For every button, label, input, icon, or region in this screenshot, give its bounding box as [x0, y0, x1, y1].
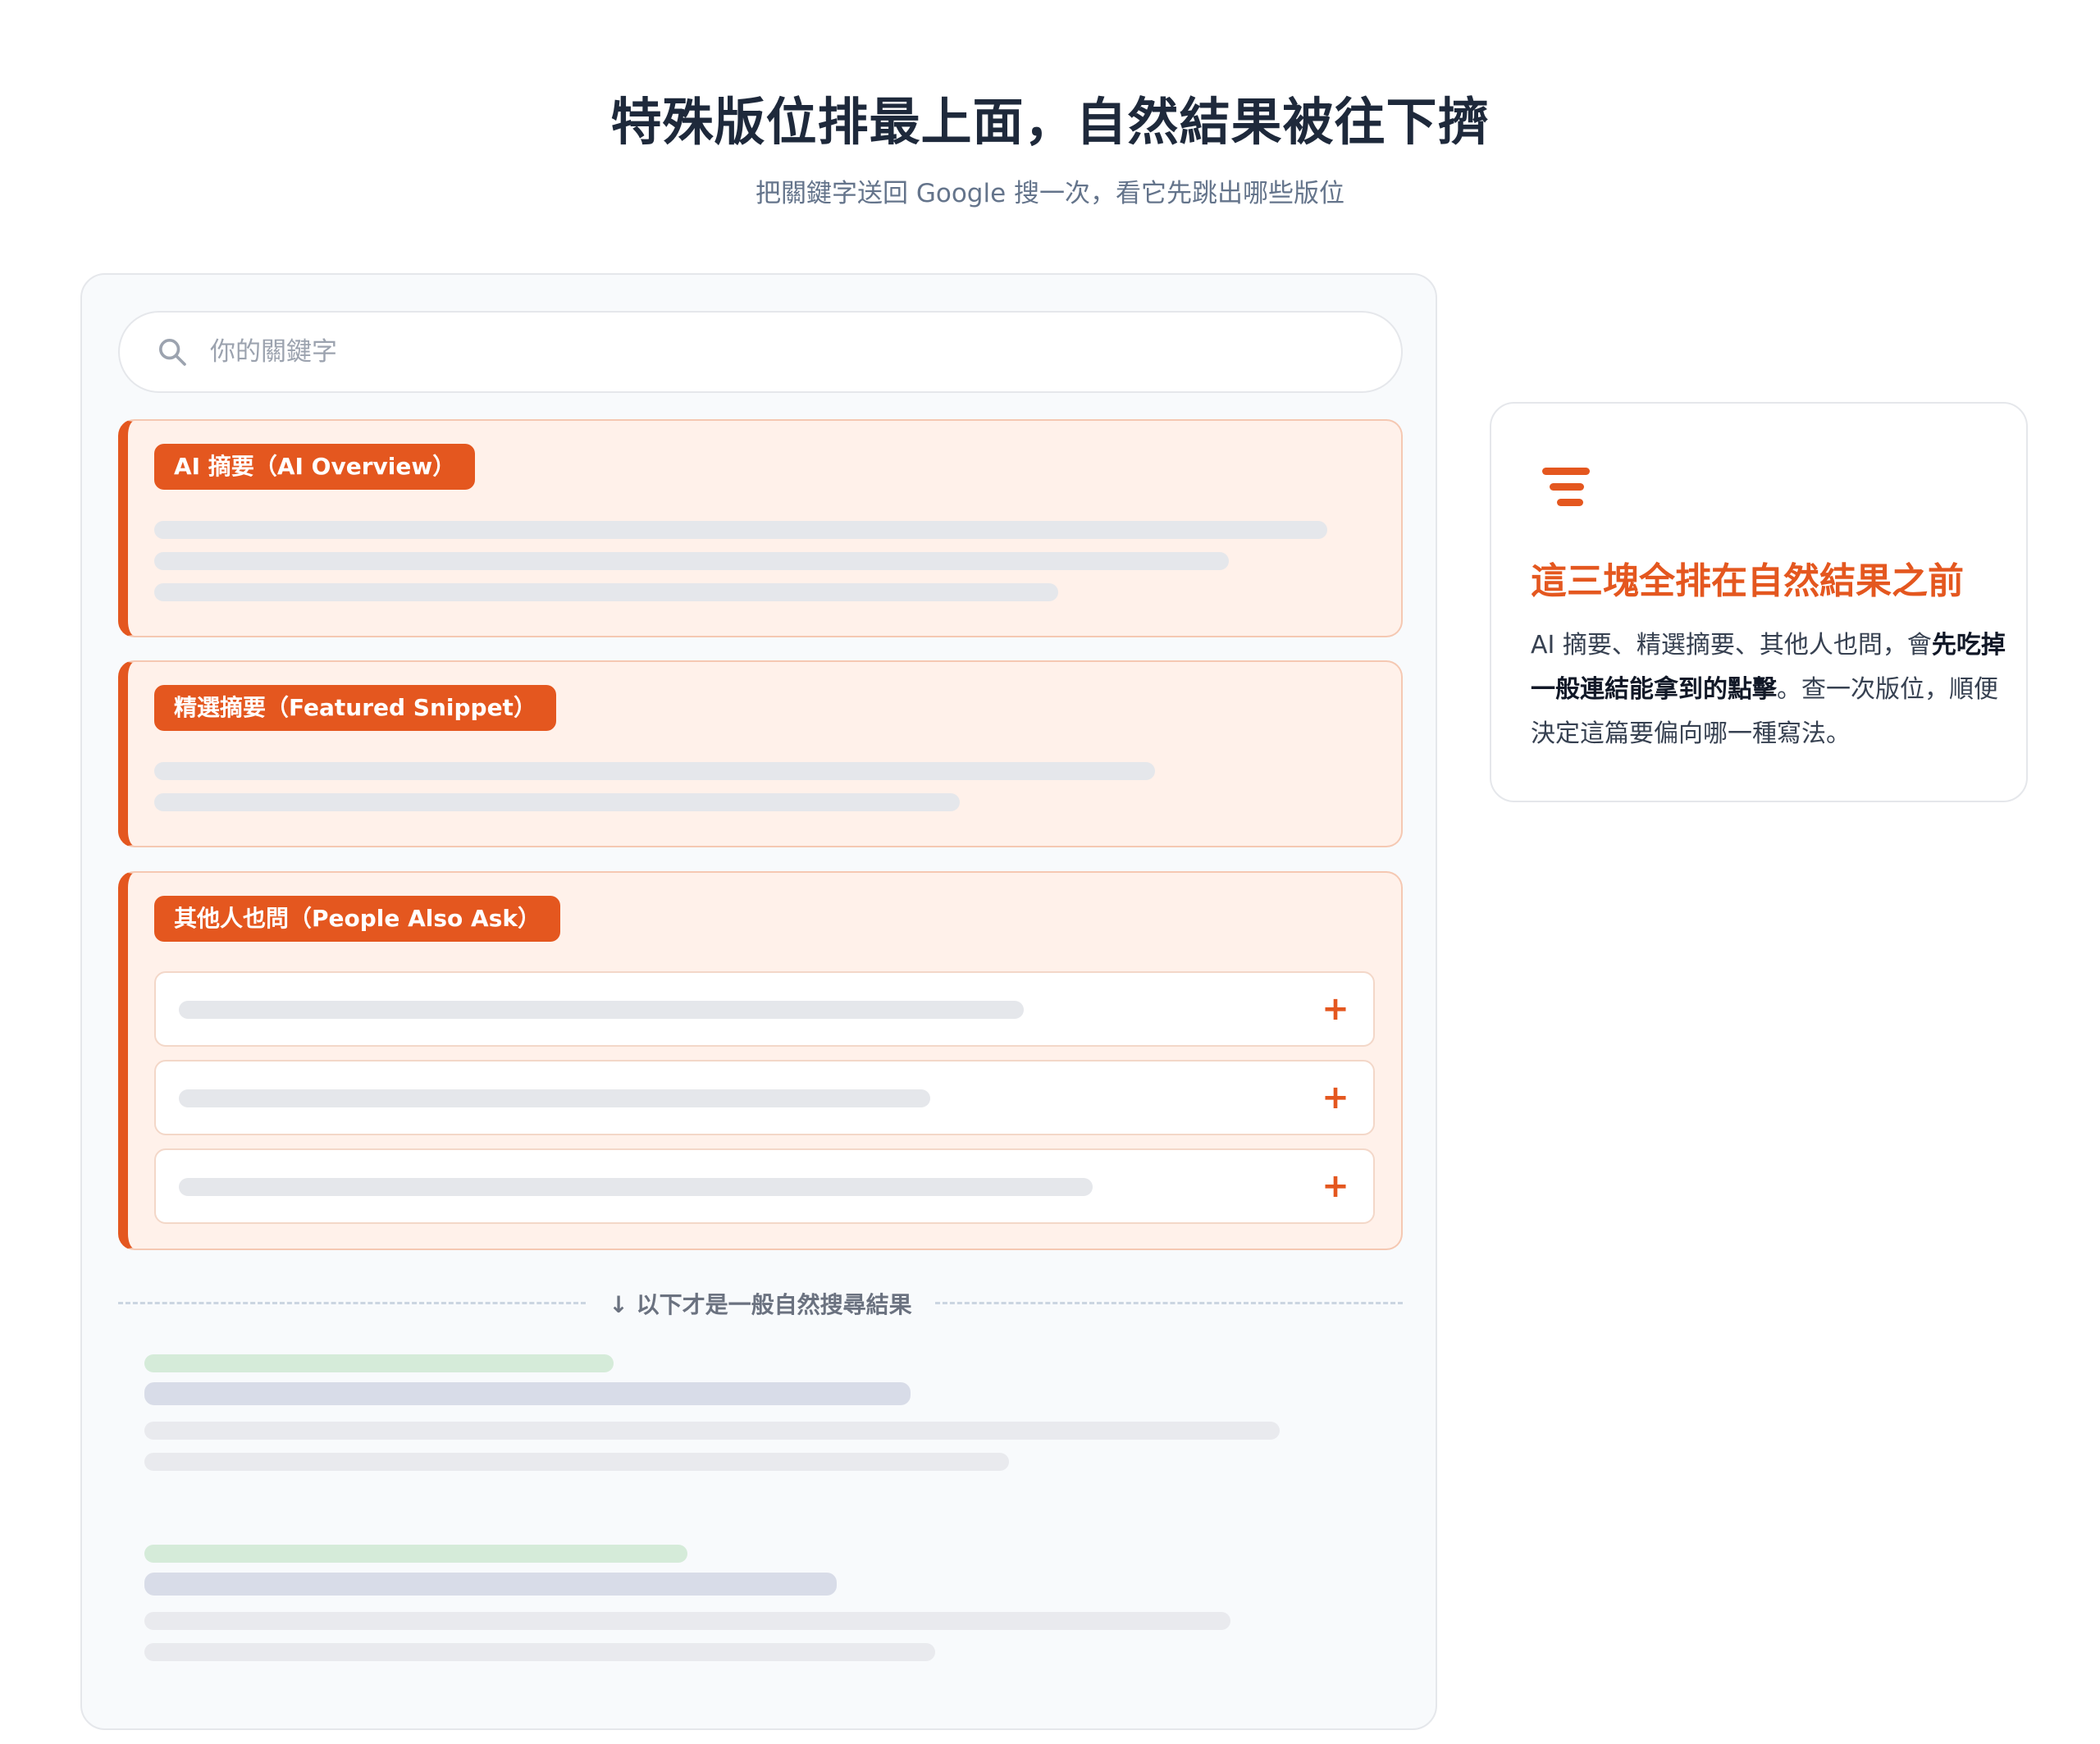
- snippet-placeholder: [144, 1453, 1009, 1471]
- info-body-text: AI 摘要、精選摘要、其他人也問，會: [1531, 631, 1932, 660]
- featured-snippet-block: 精選摘要（Featured Snippet）: [118, 660, 1403, 847]
- info-card: 這三塊全排在自然結果之前 AI 摘要、精選摘要、其他人也問，會先吃掉一般連結能拿…: [1490, 402, 2028, 802]
- text-placeholder: [154, 552, 1229, 570]
- paa-question-row[interactable]: +: [154, 1060, 1375, 1135]
- featured-snippet-badge: 精選摘要（Featured Snippet）: [154, 685, 556, 731]
- people-also-ask-badge: 其他人也問（People Also Ask）: [154, 896, 561, 942]
- search-icon: [159, 339, 186, 366]
- snippet-placeholder: [144, 1422, 1280, 1440]
- serp-mockup-panel: AI 摘要（AI Overview） 精選摘要（Featured Snippet…: [80, 273, 1437, 1730]
- page: 特殊版位排最上面，自然結果被往下擠 把關鍵字送回 Google 搜一次，看它先跳…: [0, 0, 2100, 1744]
- search-input[interactable]: [210, 337, 1276, 367]
- question-placeholder: [179, 1001, 1024, 1019]
- text-placeholder: [154, 583, 1058, 601]
- question-placeholder: [179, 1178, 1093, 1196]
- text-placeholder: [154, 793, 960, 811]
- ai-overview-badge: AI 摘要（AI Overview）: [154, 444, 476, 490]
- stacked-layers-icon: [1542, 468, 1590, 506]
- url-placeholder: [144, 1354, 614, 1372]
- paa-question-row[interactable]: +: [154, 971, 1375, 1047]
- question-placeholder: [179, 1089, 930, 1107]
- info-card-title: 這三塊全排在自然結果之前: [1531, 560, 1964, 602]
- organic-results-divider: ↓ 以下才是一般自然搜尋結果: [118, 1282, 1403, 1323]
- paa-question-row[interactable]: +: [154, 1148, 1375, 1224]
- expand-plus-icon[interactable]: +: [1316, 1166, 1355, 1206]
- text-placeholder: [154, 521, 1327, 539]
- page-title: 特殊版位排最上面，自然結果被往下擠: [610, 92, 1490, 152]
- snippet-placeholder: [144, 1612, 1230, 1630]
- divider-label: ↓ 以下才是一般自然搜尋結果: [609, 1291, 912, 1318]
- title-placeholder: [144, 1382, 911, 1405]
- ai-overview-block: AI 摘要（AI Overview）: [118, 419, 1403, 637]
- text-placeholder: [154, 762, 1155, 780]
- info-card-body: AI 摘要、精選摘要、其他人也問，會先吃掉一般連結能拿到的點擊。查一次版位，順便…: [1531, 623, 2006, 756]
- title-placeholder: [144, 1573, 837, 1596]
- search-bar[interactable]: [118, 311, 1403, 393]
- expand-plus-icon[interactable]: +: [1316, 1078, 1355, 1117]
- expand-plus-icon[interactable]: +: [1316, 989, 1355, 1029]
- page-subtitle: 把關鍵字送回 Google 搜一次，看它先跳出哪些版位: [755, 179, 1345, 208]
- url-placeholder: [144, 1545, 687, 1563]
- snippet-placeholder: [144, 1643, 935, 1661]
- people-also-ask-block: 其他人也問（People Also Ask） + + +: [118, 871, 1403, 1250]
